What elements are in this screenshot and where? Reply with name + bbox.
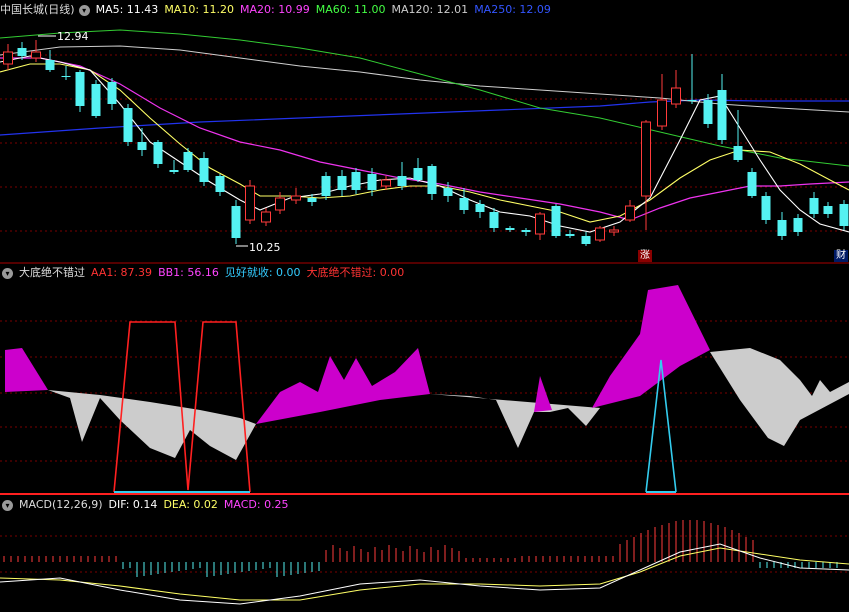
- candle-body: [337, 176, 347, 190]
- candle-body: [595, 227, 605, 241]
- candle-body: [183, 152, 193, 170]
- candle-body: [381, 179, 391, 187]
- zhang-badge[interactable]: 涨: [638, 250, 652, 262]
- candle-body: [245, 185, 255, 221]
- chevron-down-icon[interactable]: ▾: [2, 499, 13, 511]
- macd-title: MACD(12,26,9): [19, 498, 103, 511]
- high-price-label: 12.94: [57, 30, 89, 43]
- candle-body: [565, 234, 575, 236]
- candle-body: [505, 228, 515, 230]
- macd-histogram: [3, 520, 838, 577]
- candle-body: [671, 87, 681, 105]
- indicator-title: 大底绝不错过: [19, 266, 85, 279]
- candle-body: [747, 172, 757, 196]
- bottom-signal-label: 大底绝不错过: 0.00: [306, 266, 405, 279]
- candle-body: [275, 197, 285, 211]
- candle-body: [321, 176, 331, 196]
- bb1-area-gray: [430, 394, 600, 448]
- bb1-area-gray: [710, 348, 849, 446]
- candle-body: [75, 72, 85, 106]
- candle-body: [17, 48, 27, 56]
- candle-body: [581, 236, 591, 244]
- bb1-area-magenta: [5, 348, 48, 392]
- candle-body: [489, 212, 499, 228]
- candle-body: [261, 211, 271, 223]
- bb1-area-magenta: [592, 285, 710, 408]
- candle-body: [169, 170, 179, 172]
- candle-body: [809, 198, 819, 214]
- macd-label: MACD: 0.25: [223, 498, 289, 511]
- candle-body: [123, 108, 133, 142]
- candle-body: [641, 121, 651, 197]
- candle-body: [427, 166, 437, 194]
- candle-body: [823, 206, 833, 214]
- bb1-label: BB1: 56.16: [158, 266, 219, 279]
- candle-body: [443, 188, 453, 196]
- candle-body: [291, 195, 301, 201]
- candle-body: [625, 205, 635, 221]
- candle-body: [761, 196, 771, 220]
- candle-body: [475, 204, 485, 212]
- bb1-area-gray: [48, 390, 256, 460]
- candle-body: [657, 99, 667, 127]
- candle-body: [61, 76, 71, 77]
- candle-body: [687, 100, 697, 101]
- chevron-down-icon[interactable]: ▾: [2, 267, 13, 279]
- candle-body: [551, 206, 561, 236]
- aa1-label: AA1: 87.39: [91, 266, 153, 279]
- candle-body: [717, 90, 727, 140]
- candle-body: [231, 206, 241, 238]
- signal-label: 见好就收: 0.00: [224, 266, 301, 279]
- candle-body: [215, 176, 225, 192]
- candle-body: [521, 230, 531, 232]
- bb1-area-magenta: [256, 348, 430, 424]
- candle-body: [703, 100, 713, 124]
- candle-body: [3, 51, 13, 65]
- candle-body: [609, 229, 619, 233]
- candle-body: [535, 213, 545, 235]
- cai-badge[interactable]: 财: [834, 250, 848, 262]
- candle-body: [199, 158, 209, 182]
- candle-body: [793, 218, 803, 232]
- dea-label: DEA: 0.02: [163, 498, 218, 511]
- candle-body: [153, 142, 163, 164]
- bb1-area-magenta: [534, 376, 552, 412]
- candle-body: [397, 176, 407, 186]
- candle-body: [733, 146, 743, 160]
- macd-panel-header: ▾ MACD(12,26,9) DIF: 0.14 DEA: 0.02 MACD: 0.…: [0, 497, 849, 513]
- candle-body: [413, 168, 423, 180]
- candle-body: [307, 198, 317, 202]
- candle-body: [137, 142, 147, 150]
- candle-body: [459, 198, 469, 210]
- candle-body: [45, 60, 55, 70]
- indicator-panel-header: ▾ 大底绝不错过 AA1: 87.39 BB1: 56.16 见好就收: 0.00 大底绝…: [0, 265, 849, 281]
- candle-body: [367, 174, 377, 190]
- candle-body: [777, 220, 787, 236]
- dif-label: DIF: 0.14: [108, 498, 158, 511]
- candle-body: [31, 51, 41, 59]
- chart-canvas[interactable]: 12.94 10.25: [0, 0, 849, 612]
- candle-body: [839, 204, 849, 226]
- low-price-label: 10.25: [249, 241, 281, 254]
- candle-body: [107, 82, 117, 104]
- candle-body: [91, 84, 101, 116]
- candle-body: [351, 172, 361, 190]
